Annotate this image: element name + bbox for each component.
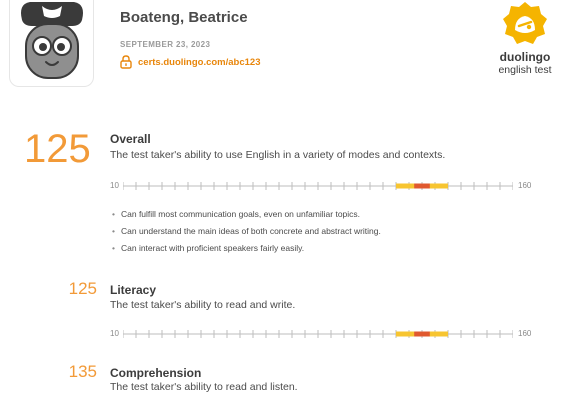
avatar-face-icon (21, 2, 83, 79)
score-marker (414, 183, 430, 189)
certificate-url[interactable]: certs.duolingo.com/abc123 (138, 57, 260, 68)
overall-score-scale: 10 160 (110, 180, 540, 192)
duolingo-owl-badge-icon (503, 2, 547, 44)
overall-descriptor-2: Can understand the main ideas of both co… (112, 225, 381, 242)
duolingo-logo: duolingo english test (490, 0, 560, 90)
scale-min-label: 10 (110, 329, 119, 338)
overall-score: 125 (24, 127, 91, 171)
overall-descriptor-3: Can interact with proficient speakers fa… (112, 242, 381, 259)
score-marker (414, 331, 430, 337)
lock-icon (120, 55, 132, 69)
comprehension-description: The test taker's ability to read and lis… (110, 381, 298, 393)
literacy-scale-track (123, 330, 513, 338)
overall-descriptors: Can fulfill most communication goals, ev… (112, 208, 381, 259)
comprehension-title: Comprehension (110, 366, 202, 380)
literacy-description: The test taker's ability to read and wri… (110, 299, 296, 311)
scale-max-label: 160 (518, 329, 532, 338)
avatar (9, 0, 94, 87)
test-date: SEPTEMBER 23, 2023 (120, 40, 211, 49)
brand-wordmark: duolingo (499, 50, 551, 64)
literacy-score-scale: 10 160 (110, 328, 540, 340)
literacy-title: Literacy (110, 283, 157, 297)
overall-scale-track (123, 182, 513, 190)
overall-descriptor-1: Can fulfill most communication goals, ev… (112, 208, 381, 225)
candidate-name: Boateng, Beatrice (120, 9, 248, 26)
scale-max-label: 160 (518, 181, 532, 190)
overall-description: The test taker's ability to use English … (110, 149, 446, 161)
comprehension-score: 135 (68, 362, 97, 381)
literacy-score: 125 (68, 279, 97, 298)
scale-min-label: 10 (110, 181, 119, 190)
brand-subtitle: english test (498, 64, 552, 76)
overall-title: Overall (110, 132, 151, 146)
certificate-link-row[interactable]: certs.duolingo.com/abc123 (120, 55, 260, 69)
